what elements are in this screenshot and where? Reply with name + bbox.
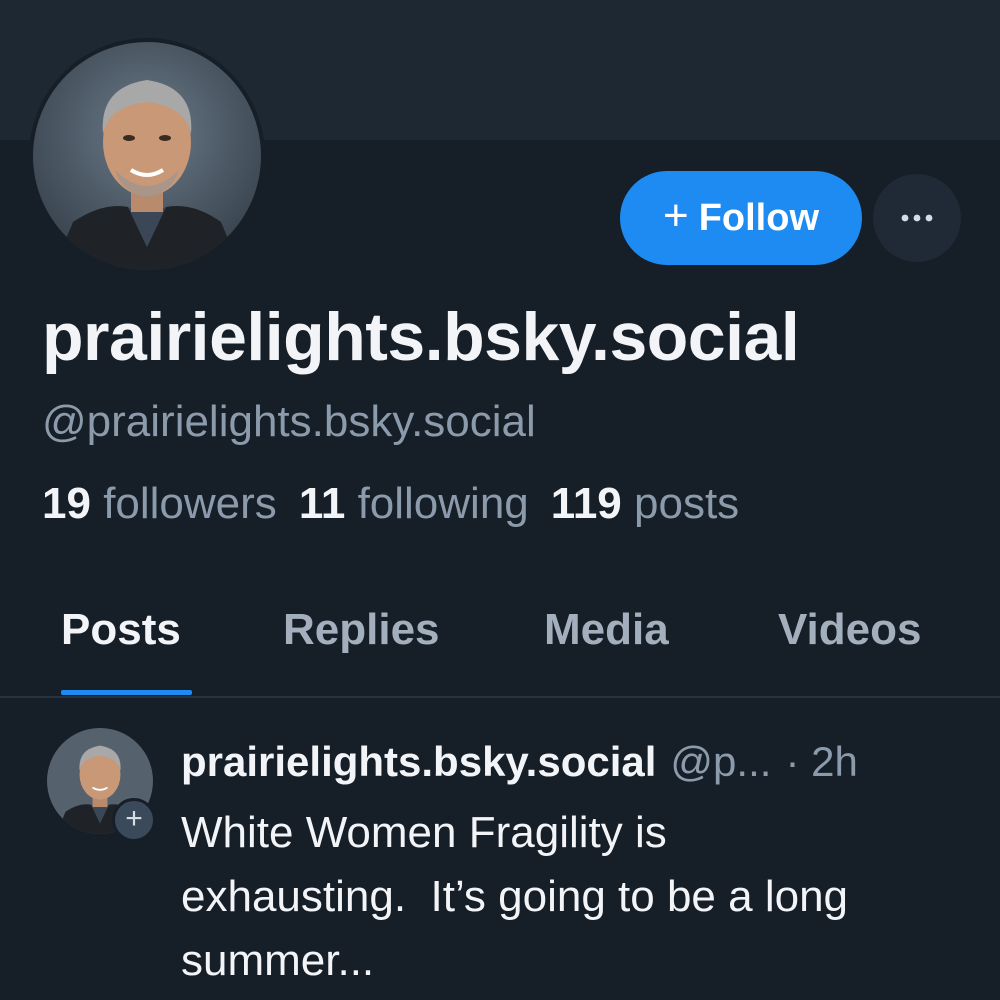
posts-count: 119	[550, 479, 622, 528]
follow-author-plus-icon[interactable]: +	[112, 798, 156, 842]
active-tab-indicator	[61, 690, 192, 695]
profile-tabs: Posts Replies Media Videos	[0, 585, 1000, 697]
following-label: following	[357, 479, 529, 528]
profile-stats: 19 followers 11 following 119 posts	[42, 479, 739, 529]
posts-label: posts	[634, 479, 740, 528]
followers-count: 19	[42, 479, 91, 528]
plus-icon: +	[662, 191, 689, 240]
followers-label: followers	[103, 479, 277, 528]
post-timestamp[interactable]: · 2h	[785, 738, 857, 786]
posts-stat: 119 posts	[551, 479, 739, 529]
post-body-text: White Women Fragility is exhausting. It’…	[181, 808, 849, 985]
profile-display-name: prairielights.bsky.social	[42, 299, 800, 375]
tab-media[interactable]: Media	[544, 605, 669, 655]
tab-replies[interactable]: Replies	[283, 605, 440, 655]
post-author-name[interactable]: prairielights.bsky.social	[181, 738, 656, 786]
follow-button-label: Follow	[698, 196, 819, 239]
ellipsis-icon	[901, 214, 933, 222]
tab-posts[interactable]: Posts	[61, 605, 181, 655]
post-header: prairielights.bsky.social @p... · 2h	[181, 738, 858, 786]
followers-stat[interactable]: 19 followers	[42, 479, 277, 529]
feed-post[interactable]: + prairielights.bsky.social @p... · 2h W…	[0, 698, 1000, 1000]
following-stat[interactable]: 11 following	[299, 479, 529, 529]
avatar-photo-icon	[33, 42, 261, 270]
following-count: 11	[298, 479, 346, 528]
post-author-handle[interactable]: @p...	[670, 738, 771, 786]
more-options-button[interactable]	[873, 174, 961, 262]
tab-videos[interactable]: Videos	[778, 605, 921, 655]
profile-page: + Follow prairielights.bsky.social @prai…	[0, 0, 1000, 1000]
profile-handle: @prairielights.bsky.social	[42, 397, 536, 446]
profile-avatar[interactable]	[29, 38, 265, 274]
follow-button[interactable]: + Follow	[620, 171, 862, 265]
